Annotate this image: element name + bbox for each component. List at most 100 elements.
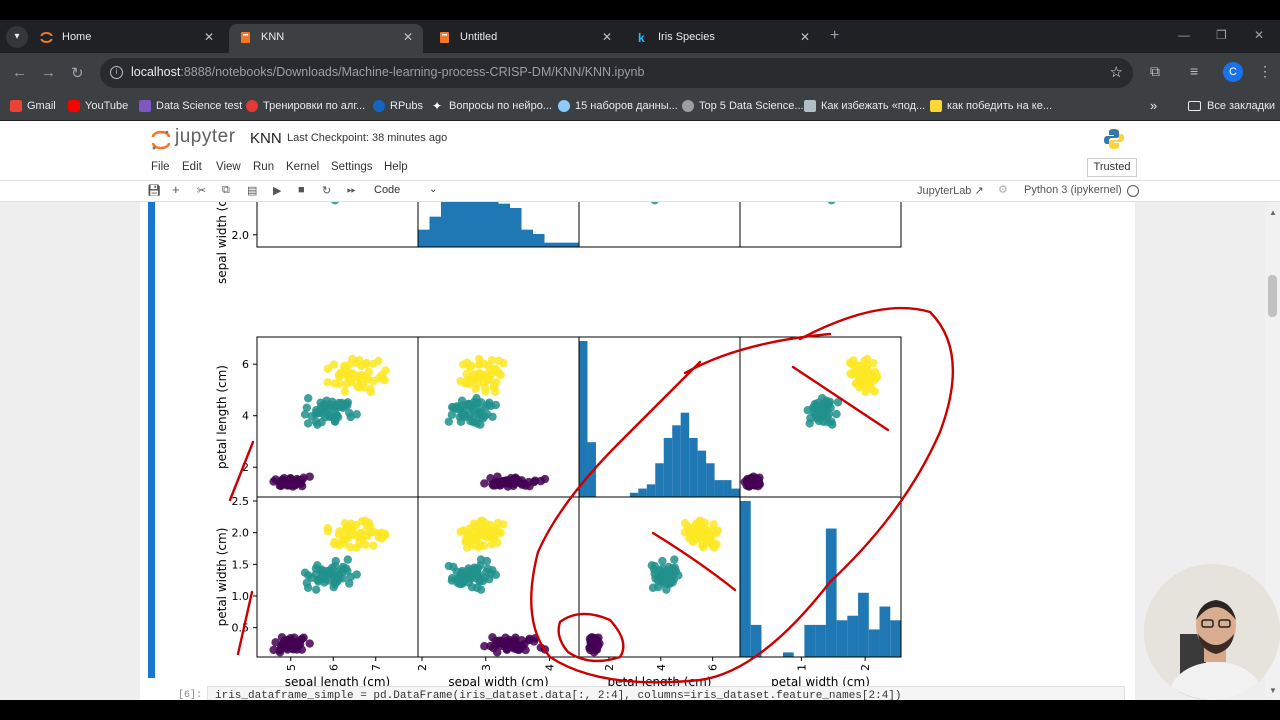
minimize-icon[interactable]: — <box>1178 28 1190 42</box>
media-icon[interactable]: ≡ <box>1190 63 1198 79</box>
scroll-up-icon[interactable]: ▲ <box>1269 208 1277 217</box>
address-bar[interactable]: i localhost:8888/notebooks/Downloads/Mac… <box>100 58 1133 88</box>
menu-kernel[interactable]: Kernel <box>286 161 319 173</box>
site-icon <box>558 100 570 112</box>
row-axis-label: petal width (cm) <box>215 528 229 627</box>
histogram-bar <box>815 624 826 657</box>
data-point <box>489 534 499 543</box>
tab-home[interactable]: Home ✕ <box>30 24 224 53</box>
tab-knn[interactable]: KNN ✕ <box>229 24 423 53</box>
url-text[interactable]: localhost:8888/notebooks/Downloads/Machi… <box>131 65 644 79</box>
close-icon[interactable]: ✕ <box>602 24 612 50</box>
notebook-toolbar: 💾︎ + ✂ ⧉ ▤ ▶ ■ ↻ ⏩︎ Code ⌄ JupyterLab ↗ … <box>0 181 1280 202</box>
chevron-right-icon[interactable]: » <box>1150 98 1157 113</box>
data-point <box>670 555 679 564</box>
profile-avatar[interactable]: C <box>1223 62 1243 82</box>
data-point <box>271 475 280 484</box>
menu-run[interactable]: Run <box>253 161 274 173</box>
cell-code[interactable]: iris_dataframe_simple = pd.DataFrame(iri… <box>215 690 902 700</box>
chevron-down-icon[interactable]: ⌄ <box>429 184 437 195</box>
menu-edit[interactable]: Edit <box>182 161 202 173</box>
site-icon <box>930 100 942 112</box>
restart-icon[interactable]: ↻ <box>322 184 331 197</box>
jupyter-brand[interactable]: jupyter <box>175 126 236 148</box>
data-point <box>290 633 299 642</box>
data-point <box>360 527 369 536</box>
bookmark-15-naborov[interactable]: 15 наборов данны... <box>558 100 678 112</box>
data-point <box>499 520 508 529</box>
data-point <box>444 561 454 571</box>
histogram-bar <box>825 528 837 657</box>
cell-type-select[interactable]: Code <box>374 184 400 196</box>
menu-settings[interactable]: Settings <box>331 161 373 173</box>
data-point <box>320 399 329 409</box>
stop-icon[interactable]: ■ <box>298 184 305 196</box>
tab-untitled[interactable]: Untitled ✕ <box>428 24 622 53</box>
bookmark-rpubs[interactable]: RPubs <box>373 100 423 112</box>
menu-help[interactable]: Help <box>384 161 408 173</box>
kernel-name[interactable]: Python 3 (ipykernel) <box>1024 184 1122 196</box>
data-point <box>303 583 313 592</box>
close-icon[interactable]: ✕ <box>403 24 413 50</box>
tab-title: Untitled <box>460 31 498 43</box>
data-point <box>479 377 489 387</box>
histogram-bar <box>556 242 568 247</box>
histogram-bar <box>638 488 647 497</box>
tab-iris-species[interactable]: k Iris Species ✕ <box>626 24 820 53</box>
x-tick-label: 2 <box>603 664 616 671</box>
bookmark-data-science-test[interactable]: Data Science test <box>139 100 242 112</box>
histogram-bar <box>689 437 698 497</box>
close-window-icon[interactable]: ✕ <box>1254 28 1264 42</box>
bookmark-gmail[interactable]: Gmail <box>10 100 56 112</box>
bookmark-kak-pobedit[interactable]: как победить на ке... <box>930 100 1052 112</box>
extensions-icon[interactable]: ⧉ <box>1150 63 1160 80</box>
reload-icon[interactable]: ↻ <box>71 64 84 82</box>
close-icon[interactable]: ✕ <box>204 24 214 50</box>
data-point <box>865 373 875 383</box>
restore-icon[interactable]: ❐ <box>1216 28 1227 42</box>
bookmark-top5-ds[interactable]: Top 5 Data Science... <box>682 100 804 112</box>
forward-arrow-icon[interactable]: → <box>41 64 56 81</box>
run-icon[interactable]: ▶ <box>273 184 281 197</box>
menu-view[interactable]: View <box>216 161 241 173</box>
data-point <box>755 479 764 488</box>
new-tab-button[interactable]: + <box>830 27 839 45</box>
close-icon[interactable]: ✕ <box>800 24 810 50</box>
bookmark-youtube[interactable]: YouTube <box>68 100 128 112</box>
tab-search-button[interactable]: ▾ <box>6 26 28 48</box>
scroll-down-icon[interactable]: ▼ <box>1269 686 1277 695</box>
copy-icon[interactable]: ⧉ <box>222 184 230 197</box>
more-menu-icon[interactable]: ⋮ <box>1258 63 1272 80</box>
bookmark-voprosy[interactable]: ✦ Вопросы по нейро... <box>432 100 552 112</box>
data-point <box>374 529 383 538</box>
histogram-bar <box>418 229 430 247</box>
scrollbar-thumb[interactable] <box>1268 275 1277 317</box>
notebook-title[interactable]: KNN <box>250 130 282 147</box>
menu-file[interactable]: File <box>151 161 170 173</box>
paste-icon[interactable]: ▤ <box>247 184 257 197</box>
insert-cell-icon[interactable]: + <box>172 182 180 197</box>
jupyter-logo-icon[interactable] <box>150 129 172 151</box>
save-icon[interactable]: 💾︎ <box>147 184 161 197</box>
all-bookmarks-button[interactable]: Все закладки <box>1188 100 1275 112</box>
jupyterlab-link[interactable]: JupyterLab ↗ <box>917 184 984 197</box>
data-point <box>849 356 858 365</box>
cut-icon[interactable]: ✂ <box>197 184 206 197</box>
data-point <box>461 378 471 387</box>
site-info-icon[interactable]: i <box>110 66 123 79</box>
trusted-badge[interactable]: Trusted <box>1087 158 1137 177</box>
data-point <box>711 529 721 538</box>
data-point <box>464 399 473 409</box>
bookmark-kak-izbezhat[interactable]: Как избежать «под... <box>804 100 925 112</box>
bookmark-trenirovki[interactable]: Тренировки по алг... <box>246 100 365 112</box>
back-arrow-icon[interactable]: ← <box>12 64 27 81</box>
y-tick-label: 0.5 <box>232 622 250 635</box>
data-point <box>352 570 361 579</box>
data-point <box>474 369 483 378</box>
bookmark-star-icon[interactable]: ☆ <box>1110 63 1123 81</box>
fast-forward-icon[interactable]: ⏩︎ <box>347 184 356 197</box>
data-point <box>466 574 475 583</box>
data-point <box>658 556 667 566</box>
data-point <box>471 522 480 531</box>
subplot-frame <box>256 202 419 248</box>
